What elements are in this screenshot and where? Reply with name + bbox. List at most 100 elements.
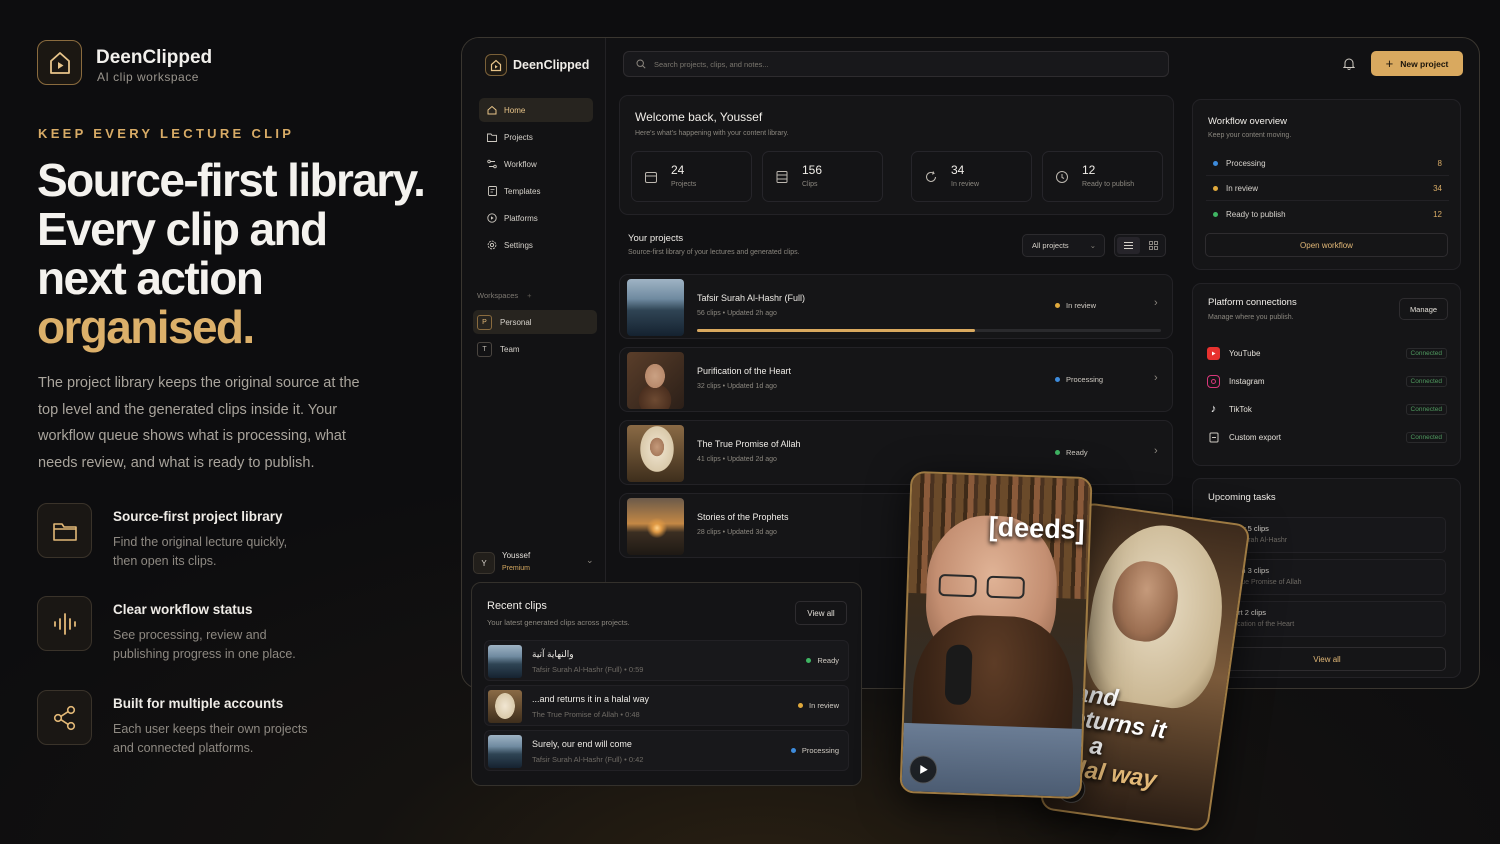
stat-label: Projects <box>671 181 697 188</box>
clip-caption: and eturns it n a alal way <box>1063 679 1168 794</box>
feature-item: Clear workflow status See processing, re… <box>37 596 397 661</box>
sidebar-item-workflow[interactable]: Workflow <box>479 152 593 176</box>
user-plan: Premium <box>502 565 531 572</box>
project-thumbnail <box>627 352 684 409</box>
clip-meta: Tafsir Surah Al-Hashr (Full) • 0:42 <box>532 755 644 764</box>
platform-row[interactable]: ♪ TikTok Connected <box>1207 395 1447 423</box>
platforms-subtitle: Manage where you publish. <box>1208 314 1294 321</box>
sidebar-item-projects[interactable]: Projects <box>479 125 593 149</box>
clip-meta: Tafsir Surah Al-Hashr (Full) • 0:59 <box>532 665 644 674</box>
sidebar-item-platforms[interactable]: Platforms <box>479 206 593 230</box>
chevron-right-icon[interactable]: › <box>1154 297 1158 309</box>
clip-preview-card[interactable]: [deeds] <box>899 470 1093 800</box>
user-name: Youssef <box>502 551 531 560</box>
project-meta: 28 clips • Updated 3d ago <box>697 529 777 536</box>
project-thumbnail <box>627 498 684 555</box>
project-row[interactable]: The True Promise of Allah 41 clips • Upd… <box>619 420 1173 485</box>
clip-meta: The True Promise of Allah • 0:48 <box>532 710 640 719</box>
grid-view-icon[interactable] <box>1142 237 1165 254</box>
project-row[interactable]: Purification of the Heart 32 clips • Upd… <box>619 347 1173 412</box>
clock-icon <box>1056 171 1068 183</box>
clip-thumbnail <box>488 645 522 678</box>
workflow-row[interactable]: Processing 8 <box>1206 151 1449 176</box>
feature-desc: Find the original lecture quickly, then … <box>113 535 288 568</box>
task-item[interactable]: Export 2 clips Purification of the Heart <box>1208 601 1446 637</box>
sidebar-item-home[interactable]: Home <box>479 98 593 122</box>
chevron-right-icon[interactable]: › <box>1154 372 1158 384</box>
manage-button[interactable]: Manage <box>1399 298 1448 320</box>
project-row[interactable]: Tafsir Surah Al-Hashr (Full) 56 clips • … <box>619 274 1173 339</box>
workflow-title: Workflow overview <box>1208 116 1288 127</box>
workspace-label: Personal <box>500 317 532 327</box>
stat-card-ready[interactable]: 12 Ready to publish <box>1042 151 1163 202</box>
waveform-icon <box>37 596 92 651</box>
plus-icon: + <box>527 291 532 300</box>
view-all-clips-button[interactable]: View all <box>795 601 847 625</box>
stat-label: Ready to publish <box>1082 181 1135 188</box>
workflow-row[interactable]: In review 34 <box>1206 176 1449 201</box>
recent-clips-title: Recent clips <box>487 600 547 612</box>
brand-tagline: AI clip workspace <box>97 70 199 84</box>
projects-title: Your projects <box>628 233 684 244</box>
clip-row[interactable]: Surely, our end will come Tafsir Surah A… <box>484 730 849 771</box>
welcome-title: Welcome back, Youssef <box>635 110 763 124</box>
workspace-personal[interactable]: P Personal <box>473 310 597 334</box>
avatar[interactable]: Y <box>473 552 495 574</box>
project-meta: 56 clips • Updated 2h ago <box>697 310 777 317</box>
project-filter-select[interactable]: All projects ⌄ <box>1022 234 1105 257</box>
project-name: Purification of the Heart <box>697 366 792 376</box>
sidebar-item-settings[interactable]: Settings <box>479 233 593 257</box>
plus-icon: + <box>1385 56 1394 71</box>
stat-value: 12 <box>1082 163 1096 177</box>
workflow-subtitle: Keep your content moving. <box>1208 132 1292 139</box>
open-workflow-button[interactable]: Open workflow <box>1205 233 1448 257</box>
app-logo[interactable] <box>485 54 507 76</box>
app-brand: DeenClipped <box>513 58 590 72</box>
chevron-right-icon[interactable]: › <box>1154 445 1158 457</box>
new-project-button[interactable]: + New project <box>1371 51 1463 76</box>
brand-logo <box>37 40 82 85</box>
clip-row[interactable]: ...and returns it in a halal way The Tru… <box>484 685 849 726</box>
feature-title: Source-first project library <box>113 509 283 524</box>
project-name: Tafsir Surah Al-Hashr (Full) <box>697 293 806 303</box>
bell-icon[interactable] <box>1342 57 1356 75</box>
glasses-right <box>986 575 1026 599</box>
sidebar-item-label: Home <box>504 105 526 115</box>
platform-row[interactable]: Instagram Connected <box>1207 367 1447 395</box>
stat-card-review[interactable]: 34 In review <box>911 151 1032 202</box>
chevron-down-icon[interactable]: ⌄ <box>586 555 594 566</box>
search-placeholder: Search projects, clips, and notes... <box>654 59 769 69</box>
view-toggle <box>1114 234 1166 257</box>
sidebar-item-templates[interactable]: Templates <box>479 179 593 203</box>
search-input[interactable]: Search projects, clips, and notes... <box>623 51 1169 77</box>
recent-clips-panel: Recent clips Your latest generated clips… <box>471 582 862 786</box>
headline-line: next action <box>37 252 264 304</box>
status-badge: Ready <box>806 656 839 665</box>
refresh-icon <box>926 171 936 182</box>
export-icon <box>1207 431 1220 444</box>
stat-card-projects[interactable]: 24 Projects <box>631 151 752 202</box>
workspace-team[interactable]: T Team <box>473 337 597 361</box>
film-icon <box>776 171 788 183</box>
platform-row[interactable]: Custom export Connected <box>1207 423 1447 451</box>
clip-row[interactable]: والنهاية آتية Tafsir Surah Al-Hashr (Ful… <box>484 640 849 681</box>
progress-fill <box>697 329 976 332</box>
clip-title: والنهاية آتية <box>532 649 574 659</box>
headline-line: Source-first library. <box>37 154 426 206</box>
status-badge: Processing <box>790 746 839 755</box>
sidebar-item-label: Platforms <box>504 213 538 223</box>
status-badge: Ready <box>1055 448 1088 457</box>
platform-row[interactable]: YouTube Connected <box>1207 339 1447 367</box>
workflow-row[interactable]: Ready to publish 12 <box>1206 202 1449 227</box>
workspace-badge: P <box>477 314 492 330</box>
progress-track <box>697 329 1161 332</box>
stat-card-clips[interactable]: 156 Clips <box>762 151 883 202</box>
platforms-panel: Platform connections Manage where you pu… <box>1192 283 1461 466</box>
sidebar-item-label: Projects <box>504 132 533 142</box>
view-all-tasks-button[interactable]: View all <box>1208 647 1446 671</box>
chevron-down-icon: ⌄ <box>1089 241 1096 250</box>
project-meta: 32 clips • Updated 1d ago <box>697 383 777 390</box>
eyebrow: KEEP EVERY LECTURE CLIP <box>38 126 295 141</box>
list-view-icon[interactable] <box>1117 237 1140 254</box>
workflow-icon <box>487 159 497 169</box>
